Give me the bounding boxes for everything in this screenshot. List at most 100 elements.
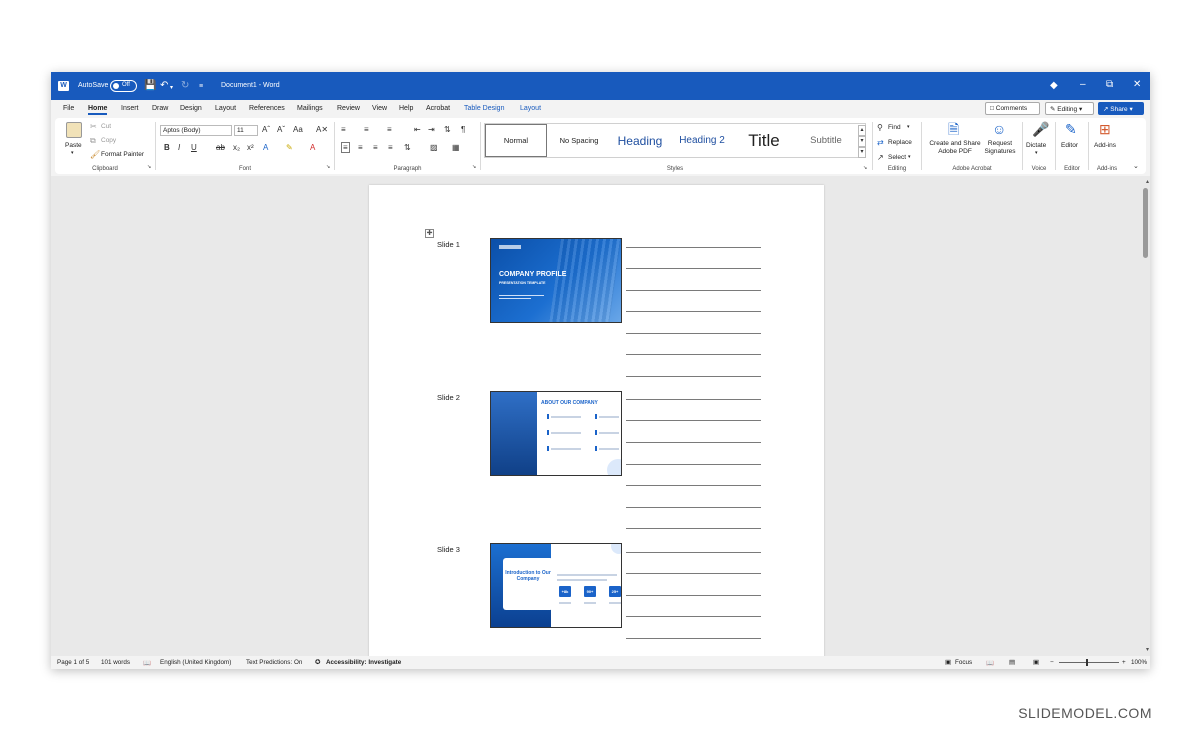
tab-review[interactable]: Review (337, 105, 360, 112)
multilevel-list-icon[interactable]: ≡ (387, 125, 392, 134)
styles-scroll-up-icon[interactable]: ▴ (858, 125, 866, 136)
shading-icon[interactable]: ▨ (430, 143, 438, 152)
style-heading-2[interactable]: Heading 2 (671, 124, 733, 157)
text-predictions-status[interactable]: Text Predictions: On (246, 659, 302, 666)
tab-design[interactable]: Design (180, 105, 202, 112)
bold-icon[interactable]: B (164, 143, 170, 152)
tab-mailings[interactable]: Mailings (297, 105, 323, 112)
minimize-icon[interactable]: – (1080, 79, 1086, 90)
find-button[interactable]: Find (888, 124, 901, 131)
document-page[interactable]: ✚ Slide 1 COMPANY PROFILE PRESENTATION T… (369, 185, 824, 660)
change-case-icon[interactable]: Aa (293, 125, 303, 134)
tab-home[interactable]: Home (88, 105, 108, 115)
zoom-in-icon[interactable]: + (1122, 659, 1126, 666)
tab-table-design[interactable]: Table Design (464, 105, 504, 112)
request-signatures-icon[interactable]: ☺ (992, 122, 1006, 137)
scroll-down-icon[interactable]: ▾ (1146, 646, 1149, 653)
create-share-pdf-button[interactable]: Create and Share Adobe PDF (927, 140, 983, 156)
paste-dropdown-icon[interactable]: ▾ (71, 150, 74, 156)
accessibility-icon[interactable]: ✪ (315, 659, 320, 666)
select-icon[interactable]: ↗ (877, 153, 884, 162)
paste-icon[interactable] (66, 122, 82, 138)
print-layout-icon[interactable]: ▤ (1009, 659, 1015, 666)
premium-diamond-icon[interactable]: ◆ (1050, 80, 1058, 92)
dictate-dropdown-icon[interactable]: ▾ (1035, 150, 1038, 156)
save-icon[interactable]: 💾 (144, 80, 156, 92)
microphone-icon[interactable]: 🎤 (1032, 122, 1049, 137)
proofing-icon[interactable]: 📖 (143, 659, 151, 667)
highlight-icon[interactable]: ✎ (286, 143, 293, 152)
style-no-spacing[interactable]: No Spacing (549, 124, 609, 157)
editor-button[interactable]: Editor (1061, 142, 1078, 149)
vertical-scrollbar-thumb[interactable] (1143, 188, 1148, 258)
font-name-select[interactable]: Aptos (Body) (160, 125, 232, 136)
superscript-icon[interactable]: x² (247, 143, 254, 152)
word-count[interactable]: 101 words (101, 659, 130, 666)
web-layout-icon[interactable]: ▣ (1033, 659, 1039, 666)
collapse-ribbon-icon[interactable]: ⌄ (1133, 162, 1139, 171)
zoom-slider-thumb[interactable] (1086, 659, 1088, 666)
scroll-up-icon[interactable]: ▴ (1146, 178, 1149, 185)
font-color-icon[interactable]: A (310, 143, 315, 152)
cut-label[interactable]: Cut (101, 123, 111, 130)
style-title[interactable]: Title (733, 124, 795, 157)
replace-icon[interactable]: ⇄ (877, 138, 884, 147)
add-ins-button[interactable]: Add-ins (1094, 142, 1116, 149)
zoom-slider[interactable] (1059, 659, 1119, 666)
find-icon[interactable]: ⚲ (877, 123, 883, 132)
slide-3-thumbnail[interactable]: Introduction to Our Company +8k 90+ 25+ (490, 543, 622, 628)
page-count[interactable]: Page 1 of 5 (57, 659, 89, 666)
copy-label[interactable]: Copy (101, 137, 116, 144)
show-formatting-icon[interactable]: ¶ (461, 125, 465, 134)
tab-references[interactable]: References (249, 105, 285, 112)
style-heading[interactable]: Heading (609, 124, 671, 157)
restore-icon[interactable]: ⧉ (1106, 79, 1113, 90)
customize-toolbar-icon[interactable]: ≡ (199, 81, 203, 93)
close-icon[interactable]: ✕ (1133, 79, 1141, 90)
cut-icon[interactable]: ✂ (90, 122, 97, 131)
line-spacing-icon[interactable]: ⇅ (404, 143, 411, 152)
decrease-indent-icon[interactable]: ⇤ (414, 125, 421, 134)
grow-font-icon[interactable]: Aˆ (262, 125, 270, 134)
borders-icon[interactable]: ▦ (452, 143, 460, 152)
create-pdf-icon[interactable]: 🗎 (948, 122, 959, 137)
tab-draw[interactable]: Draw (152, 105, 168, 112)
tab-layout[interactable]: Layout (215, 105, 236, 112)
dictate-button[interactable]: Dictate (1026, 142, 1046, 149)
subscript-icon[interactable]: x₂ (233, 143, 240, 152)
accessibility-status[interactable]: Accessibility: Investigate (326, 659, 401, 666)
styles-scroll-down-icon[interactable]: ▾ (858, 136, 866, 147)
justify-icon[interactable]: ≡ (388, 143, 393, 152)
clear-formatting-icon[interactable]: A✕ (316, 125, 328, 134)
focus-icon[interactable]: ▣ (945, 659, 951, 666)
numbering-icon[interactable]: ≡ (364, 125, 369, 134)
format-painter-icon[interactable]: 🖌 (90, 150, 100, 159)
underline-icon[interactable]: U (191, 143, 197, 152)
styles-more-icon[interactable]: ▾ (858, 147, 866, 158)
bullets-icon[interactable]: ≡ (341, 125, 346, 134)
read-mode-icon[interactable]: 📖 (986, 659, 994, 667)
select-button[interactable]: Select (888, 154, 906, 161)
dialog-launcher-icon[interactable]: ↘ (472, 163, 476, 172)
style-normal[interactable]: Normal (485, 124, 547, 157)
italic-icon[interactable]: I (178, 143, 180, 152)
slide-1-thumbnail[interactable]: COMPANY PROFILE PRESENTATION TEMPLATE (490, 238, 622, 323)
table-move-handle-icon[interactable]: ✚ (425, 229, 434, 238)
strikethrough-icon[interactable]: ab (216, 143, 225, 152)
dialog-launcher-icon[interactable]: ↘ (147, 163, 151, 172)
zoom-level[interactable]: 100% (1131, 659, 1147, 666)
font-size-select[interactable]: 11 (234, 125, 258, 136)
tab-file[interactable]: File (63, 105, 74, 112)
undo-dropdown-icon[interactable]: ▾ (170, 82, 173, 94)
find-dropdown-icon[interactable]: ▾ (907, 124, 910, 130)
copy-icon[interactable]: ⧉ (90, 136, 96, 145)
comments-button[interactable]: □ Comments (985, 102, 1040, 115)
add-ins-grid-icon[interactable]: ⊞ (1099, 122, 1111, 137)
select-dropdown-icon[interactable]: ▾ (908, 154, 911, 160)
tab-table-layout[interactable]: Layout (520, 105, 541, 112)
sort-icon[interactable]: ⇅ (444, 125, 451, 134)
text-effects-icon[interactable]: A (263, 143, 268, 152)
dialog-launcher-icon[interactable]: ↘ (326, 163, 330, 172)
paste-label[interactable]: Paste (65, 142, 82, 149)
request-signatures-button[interactable]: Request Signatures (982, 140, 1018, 156)
